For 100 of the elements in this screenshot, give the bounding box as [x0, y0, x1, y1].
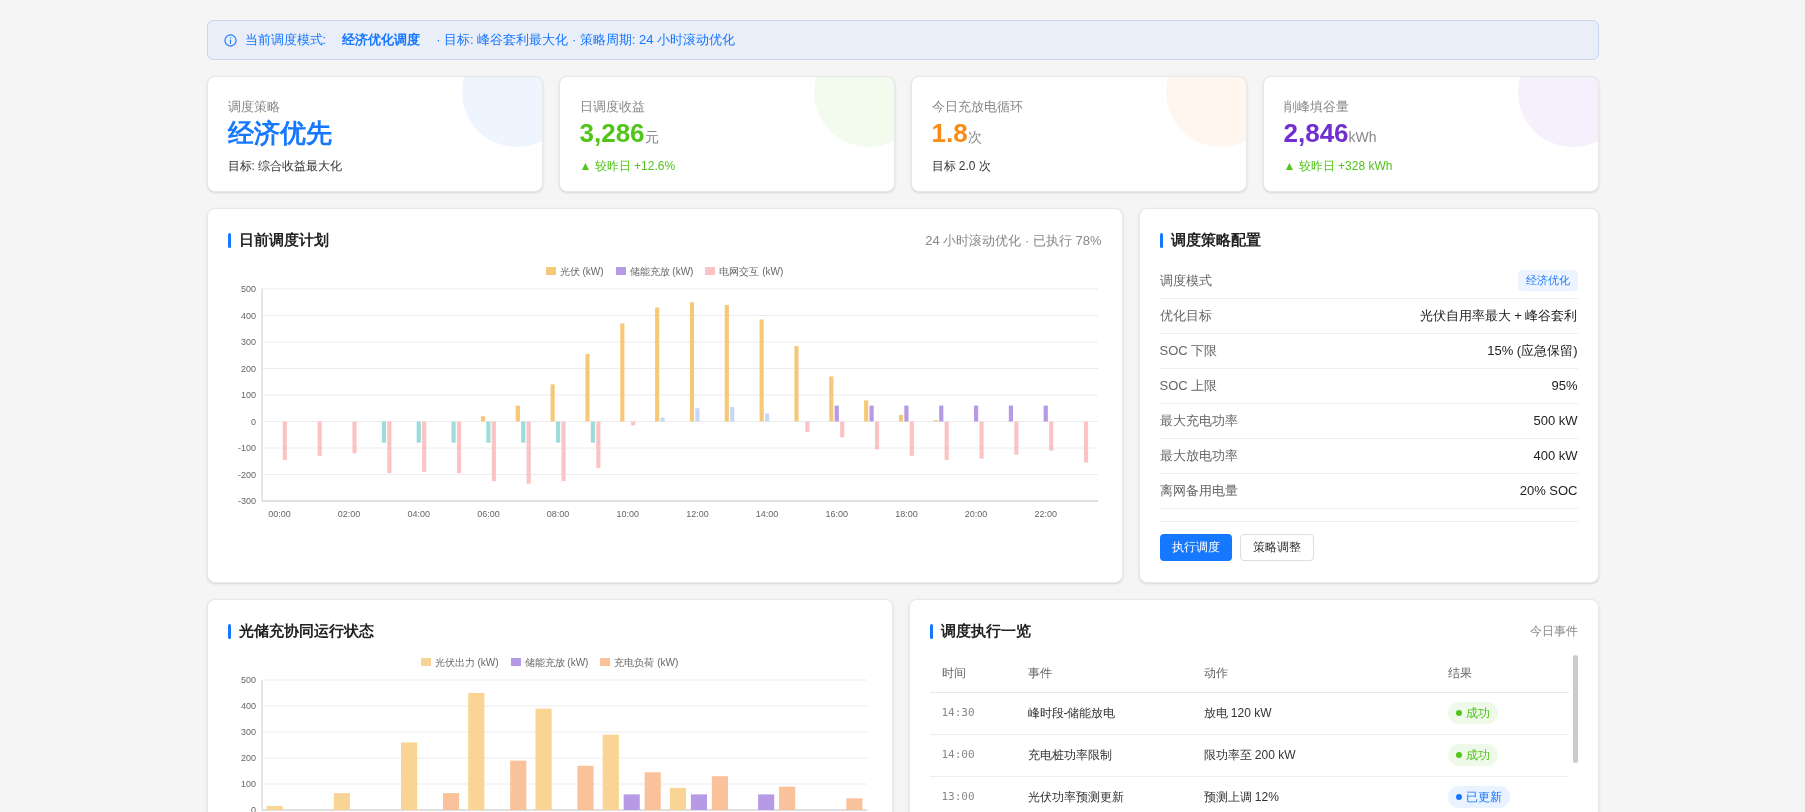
x-tick-label: 06:00: [476, 508, 500, 519]
legend-label[interactable]: 储能充放 (kW): [524, 654, 589, 670]
config-label: 调度模式: [1159, 271, 1212, 290]
column-header: 动作: [1203, 665, 1229, 682]
config-label: SOC 上限: [1159, 376, 1218, 395]
config-value: 光伏自用率最大 + 峰谷套利: [1419, 306, 1578, 325]
y-tick-label: 300: [240, 336, 256, 347]
bar: [266, 805, 283, 810]
kpi-value: 1.8: [931, 116, 968, 149]
event-cell-text: 充电桩功率限制: [1027, 747, 1113, 764]
bar: [644, 771, 661, 810]
result-badge: 成功: [1447, 744, 1498, 766]
bar: [669, 787, 686, 810]
kpi-value: 经济优先: [227, 116, 332, 149]
y-tick-label: 300: [240, 726, 256, 737]
config-value: 500 kW: [1533, 411, 1578, 430]
config-label: 优化目标: [1159, 306, 1212, 325]
config-value: 15% (应急保留): [1487, 341, 1578, 360]
x-tick-label: 22:00: [1034, 508, 1057, 519]
config-label: 最大放电功率: [1159, 446, 1238, 465]
kpi-label: 日调度收益: [579, 98, 646, 116]
action-cell-text: 放电 120 kW: [1203, 705, 1273, 722]
y-tick-label: -200: [237, 469, 256, 479]
x-tick-label: 08:00: [546, 508, 569, 519]
kpi-note: 目标: 综合收益最大化: [227, 157, 344, 175]
card-subtitle: 今日事件: [1529, 623, 1578, 641]
bar: [845, 797, 862, 810]
legend-label[interactable]: 充电负荷 (kW): [614, 654, 679, 670]
y-tick-label: 100: [240, 389, 256, 400]
column-header: 事件: [1027, 665, 1053, 682]
bar: [690, 793, 707, 810]
banner-detail: · 目标: 峰谷套利最大化 · 策略周期: 24 小时滚动优化: [436, 31, 736, 50]
kpi-note: ▲ 较昨日 +12.6%: [579, 157, 677, 175]
column-header: 时间: [941, 665, 967, 682]
legend-label[interactable]: 储能充放 (kW): [629, 263, 694, 279]
y-tick-label: -100: [237, 442, 256, 453]
x-tick-label: 04:00: [407, 508, 430, 519]
kpi-unit: kWh: [1348, 128, 1377, 145]
execute-button[interactable]: 执行调度: [1159, 533, 1232, 561]
bar: [400, 741, 417, 810]
x-tick-label: 12:00: [685, 508, 709, 519]
legend-label[interactable]: 光伏 (kW): [559, 263, 604, 279]
x-tick-label: 20:00: [964, 508, 987, 519]
bar: [711, 775, 728, 810]
legend-label[interactable]: 电网交互 (kW): [719, 263, 784, 279]
config-value: 400 kW: [1533, 446, 1578, 465]
x-tick-label: 14:00: [755, 508, 778, 519]
kpi-note: ▲ 较昨日 +328 kWh: [1283, 157, 1394, 175]
x-tick-label: 18:00: [894, 508, 918, 519]
bar: [442, 792, 459, 810]
bar: [333, 792, 350, 810]
config-label: 最大充电功率: [1159, 411, 1238, 430]
bar: [509, 760, 526, 810]
kpi-label: 削峰填谷量: [1283, 98, 1350, 116]
event-cell-text: 光伏功率预测更新: [1027, 789, 1125, 806]
bar: [576, 765, 594, 810]
result-badge: 已更新: [1447, 786, 1510, 808]
x-tick-label: 00:00: [267, 508, 291, 519]
scrollbar[interactable]: [1572, 654, 1578, 763]
card-subtitle: 24 小时滚动优化 · 已执行 78%: [925, 231, 1102, 250]
y-tick-label: 100: [240, 778, 256, 789]
result-badge: 成功: [1447, 702, 1498, 724]
config-value: 95%: [1551, 376, 1578, 395]
y-tick-label: 0: [250, 804, 256, 812]
time-cell-text: 14:30: [941, 704, 976, 721]
bar: [804, 421, 809, 432]
bar: [351, 421, 357, 453]
bar: [317, 421, 322, 456]
card-title: 光储充协同运行状态: [238, 621, 374, 641]
x-tick-label: 10:00: [616, 508, 639, 519]
config-label: SOC 下限: [1159, 341, 1218, 360]
event-cell-text: 峰时段-储能放电: [1027, 705, 1117, 722]
y-tick-label: 0: [250, 416, 256, 426]
kpi-value: 2,846: [1283, 116, 1349, 149]
mode-tag: 经济优化: [1517, 270, 1578, 291]
kpi-unit: 元: [644, 127, 659, 147]
bar: [630, 421, 635, 425]
config-label: 离网备用电量: [1159, 481, 1238, 500]
banner-label: 当前调度模式:: [244, 31, 327, 50]
time-cell-text: 13:00: [941, 788, 976, 805]
kpi-label: 调度策略: [227, 98, 281, 116]
time-cell-text: 14:00: [941, 746, 976, 763]
legend-label[interactable]: 光伏出力 (kW): [434, 654, 499, 670]
y-tick-label: 500: [240, 674, 256, 685]
config-value: 20% SOC: [1519, 481, 1578, 500]
kpi-unit: 次: [967, 128, 982, 147]
x-tick-label: 16:00: [825, 508, 848, 519]
bar: [282, 421, 287, 460]
kpi-note: 目标 2.0 次: [931, 157, 992, 175]
card-title: 调度执行一览: [940, 621, 1031, 641]
banner-mode: 经济优化调度: [342, 31, 421, 50]
adjust-button[interactable]: 策略调整: [1239, 533, 1314, 561]
bar: [1083, 421, 1088, 463]
y-tick-label: 200: [240, 752, 256, 763]
info-icon: [223, 33, 237, 47]
action-cell-text: 限功率至 200 kW: [1203, 747, 1297, 764]
y-tick-label: 200: [240, 363, 256, 373]
bar: [757, 793, 774, 810]
y-tick-label: 500: [240, 283, 256, 294]
card-title: 日前调度计划: [238, 230, 329, 250]
